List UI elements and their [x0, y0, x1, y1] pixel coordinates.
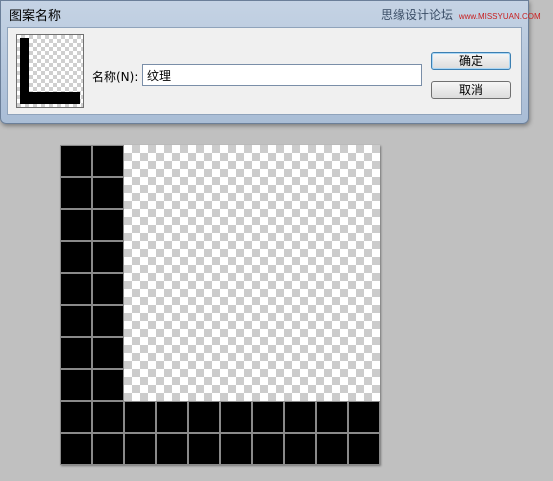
grid-cell — [348, 401, 380, 433]
cancel-button[interactable]: 取消 — [431, 81, 511, 99]
watermark-text: 思缘设计论坛 — [381, 8, 454, 22]
grid-cell — [92, 433, 124, 465]
grid-cell — [284, 401, 316, 433]
dialog-body: 名称(N): 确定 取消 — [7, 27, 522, 115]
grid-cell — [252, 433, 284, 465]
grid-cell — [92, 401, 124, 433]
grid-cell — [156, 401, 188, 433]
grid-cell — [60, 241, 92, 273]
ok-button[interactable]: 确定 — [431, 52, 511, 70]
dialog-title: 图案名称 — [9, 9, 62, 24]
grid-cell — [60, 145, 92, 177]
watermark-url: www.MISSYUAN.COM — [458, 12, 541, 21]
grid-cell — [92, 337, 124, 369]
grid-cell — [316, 433, 348, 465]
pattern-preview-thumbnail — [16, 34, 84, 108]
grid-cell — [92, 369, 124, 401]
grid-cell — [188, 433, 220, 465]
pattern-canvas — [60, 145, 380, 465]
grid-cell — [60, 337, 92, 369]
grid-cell — [92, 305, 124, 337]
grid-cell — [348, 433, 380, 465]
pattern-name-dialog: 图案名称 思缘设计论坛 www.MISSYUAN.COM 名称(N): 确定 取… — [0, 0, 541, 124]
grid-cell — [284, 433, 316, 465]
grid-cell — [220, 433, 252, 465]
grid-cell — [92, 209, 124, 241]
grid-cell — [60, 433, 92, 465]
name-input[interactable] — [142, 64, 422, 86]
grid-cell — [92, 273, 124, 305]
grid-cell — [60, 209, 92, 241]
grid-cell — [60, 177, 92, 209]
grid-cell — [220, 401, 252, 433]
grid-cell — [188, 401, 220, 433]
dialog-titlebar[interactable]: 图案名称 思缘设计论坛 www.MISSYUAN.COM — [1, 1, 541, 25]
name-label: 名称(N): — [92, 70, 139, 84]
grid-cell — [60, 273, 92, 305]
grid-cell — [124, 433, 156, 465]
grid-cell — [60, 401, 92, 433]
grid-cell — [124, 401, 156, 433]
grid-cell — [60, 369, 92, 401]
grid-cell — [92, 145, 124, 177]
grid-cell — [60, 305, 92, 337]
grid-cell — [316, 401, 348, 433]
grid-cell — [92, 177, 124, 209]
grid-cell — [92, 241, 124, 273]
grid-cell — [156, 433, 188, 465]
preview-l-horizontal — [20, 92, 80, 104]
grid-cell — [252, 401, 284, 433]
watermark: 思缘设计论坛 www.MISSYUAN.COM — [381, 6, 541, 23]
